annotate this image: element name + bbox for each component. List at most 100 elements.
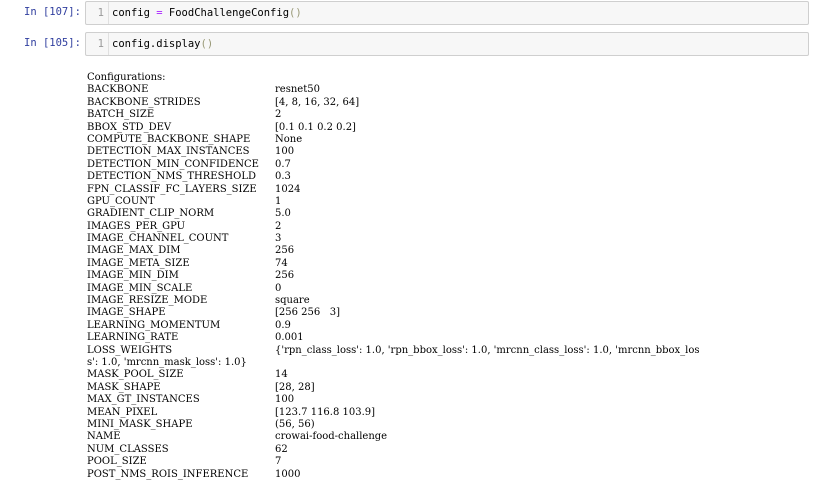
- config-value: 0: [275, 282, 282, 294]
- config-value: 0.3: [275, 171, 291, 183]
- config-key: LEARNING_MOMENTUM: [87, 319, 221, 331]
- config-row: BATCH_SIZE 2: [87, 109, 812, 121]
- config-row: MASK_SHAPE [28, 28]: [87, 382, 812, 394]
- config-value: (56, 56): [275, 418, 315, 430]
- code-input-area[interactable]: 1 config = FoodChallengeConfig(): [85, 1, 809, 25]
- config-key: BBOX_STD_DEV: [87, 121, 172, 133]
- config-row: IMAGE_CHANNEL_COUNT 3: [87, 233, 812, 245]
- config-value: [123.7 116.8 103.9]: [275, 406, 376, 418]
- config-row: DETECTION_NMS_THRESHOLD 0.3: [87, 171, 812, 183]
- config-key: BACKBONE: [87, 84, 149, 96]
- config-row: NAME crowai-food-challenge: [87, 431, 812, 443]
- config-value: 74: [275, 257, 288, 269]
- config-key: IMAGE_META_SIZE: [87, 257, 190, 269]
- config-value: square: [275, 295, 310, 307]
- config-key: MINI_MASK_SHAPE: [87, 418, 193, 430]
- config-row: DETECTION_MIN_CONFIDENCE 0.7: [87, 159, 812, 171]
- config-key: COMPUTE_BACKBONE_SHAPE: [87, 133, 251, 145]
- cell-output: Configurations: BACKBONE resnet50 BACKBON…: [87, 72, 812, 481]
- output-header: Configurations:: [87, 72, 166, 83]
- config-value: 1000: [275, 468, 301, 480]
- config-key: BACKBONE_STRIDES: [87, 96, 201, 108]
- config-value: 0.7: [275, 158, 291, 170]
- config-value: 100: [275, 394, 295, 406]
- config-row: GPU_COUNT 1: [87, 196, 812, 208]
- config-row: IMAGES_PER_GPU 2: [87, 221, 812, 233]
- config-value: [4, 8, 16, 32, 64]: [275, 96, 360, 108]
- config-row: BACKBONE resnet50: [87, 84, 812, 96]
- config-value: 1024: [275, 183, 301, 195]
- config-key: DETECTION_MIN_CONFIDENCE: [87, 158, 259, 170]
- config-key: FPN_CLASSIF_FC_LAYERS_SIZE: [87, 183, 257, 195]
- config-value: 0.001: [275, 332, 304, 344]
- config-value: None: [275, 133, 303, 145]
- code-line[interactable]: config = FoodChallengeConfig(): [112, 7, 302, 19]
- config-value: 100: [275, 146, 295, 158]
- cell-prompt: In [107]:: [24, 6, 81, 18]
- config-value: {'rpn_class_loss': 1.0, 'rpn_bbox_loss':…: [275, 344, 700, 356]
- config-value-continuation: s': 1.0, 'mrcnn_mask_loss': 1.0}: [87, 356, 247, 368]
- cell-prompt: In [105]:: [24, 37, 81, 49]
- notebook-cell-107[interactable]: In [107]: 1 config = FoodChallengeConfig…: [0, 1, 825, 25]
- config-value: 2: [275, 109, 282, 121]
- config-value: 14: [275, 369, 288, 381]
- config-value: 256: [275, 270, 295, 282]
- notebook-cell-105[interactable]: In [105]: 1 config.display(): [0, 32, 825, 56]
- config-key: LOSS_WEIGHTS: [87, 344, 173, 356]
- config-key: POOL_SIZE: [87, 456, 147, 468]
- config-key: POST_NMS_ROIS_INFERENCE: [87, 468, 249, 480]
- config-key: MAX_GT_INSTANCES: [87, 394, 200, 406]
- config-key: NUM_CLASSES: [87, 443, 169, 455]
- config-row: IMAGE_MIN_DIM 256: [87, 270, 812, 282]
- config-key: BATCH_SIZE: [87, 109, 155, 121]
- config-key: IMAGE_CHANNEL_COUNT: [87, 233, 229, 245]
- config-key: LEARNING_RATE: [87, 332, 179, 344]
- config-value: crowai-food-challenge: [275, 431, 388, 443]
- config-key: DETECTION_NMS_THRESHOLD: [87, 171, 256, 183]
- config-key: NAME: [87, 431, 121, 443]
- config-row: POOL_SIZE 7: [87, 456, 812, 468]
- code-lhs: config: [112, 7, 157, 19]
- config-value: [28, 28]: [275, 381, 315, 393]
- config-row: LEARNING_RATE 0.001: [87, 332, 812, 344]
- config-row: IMAGE_SHAPE [256 256 3]: [87, 307, 812, 319]
- config-row: MINI_MASK_SHAPE (56, 56): [87, 419, 812, 431]
- config-value: [0.1 0.1 0.2 0.2]: [275, 121, 356, 133]
- config-row: BACKBONE_STRIDES [4, 8, 16, 32, 64]: [87, 97, 812, 109]
- config-row: LEARNING_MOMENTUM 0.9: [87, 320, 812, 332]
- config-value: 5.0: [275, 208, 291, 220]
- config-key: MASK_SHAPE: [87, 381, 161, 393]
- config-key: GPU_COUNT: [87, 195, 155, 207]
- config-value: 1: [275, 195, 282, 207]
- config-row: NUM_CLASSES 62: [87, 444, 812, 456]
- line-number: 1: [97, 7, 104, 19]
- config-key: IMAGE_RESIZE_MODE: [87, 295, 208, 307]
- config-value: 2: [275, 220, 282, 232]
- code-call: config.display: [112, 38, 201, 50]
- config-value: 256: [275, 245, 295, 257]
- code-paren: (): [200, 38, 214, 50]
- config-value: resnet50: [275, 84, 320, 96]
- config-row: IMAGE_RESIZE_MODE square: [87, 295, 812, 307]
- config-row: IMAGE_MIN_SCALE 0: [87, 283, 812, 295]
- config-row: MASK_POOL_SIZE 14: [87, 369, 812, 381]
- config-key: IMAGE_SHAPE: [87, 307, 166, 319]
- config-value: [256 256 3]: [275, 307, 341, 319]
- config-key: IMAGE_MIN_SCALE: [87, 282, 193, 294]
- config-key: MASK_POOL_SIZE: [87, 369, 184, 381]
- config-row: IMAGE_META_SIZE 74: [87, 258, 812, 270]
- code-input-area[interactable]: 1 config.display(): [85, 32, 809, 56]
- config-row: MAX_GT_INSTANCES 100: [87, 394, 812, 406]
- code-line[interactable]: config.display(): [112, 38, 213, 50]
- config-row: LOSS_WEIGHTS {'rpn_class_loss': 1.0, 'rpn…: [87, 345, 812, 357]
- config-value: 0.9: [275, 319, 291, 331]
- config-row: POST_NMS_ROIS_INFERENCE 1000: [87, 469, 812, 481]
- config-row: GRADIENT_CLIP_NORM 5.0: [87, 208, 812, 220]
- config-key: GRADIENT_CLIP_NORM: [87, 208, 215, 220]
- config-value: 7: [275, 456, 282, 468]
- config-row: DETECTION_MAX_INSTANCES 100: [87, 146, 812, 158]
- config-key: IMAGES_PER_GPU: [87, 220, 186, 232]
- config-value: 62: [275, 443, 288, 455]
- config-key: MEAN_PIXEL: [87, 406, 158, 418]
- config-row: MEAN_PIXEL [123.7 116.8 103.9]: [87, 407, 812, 419]
